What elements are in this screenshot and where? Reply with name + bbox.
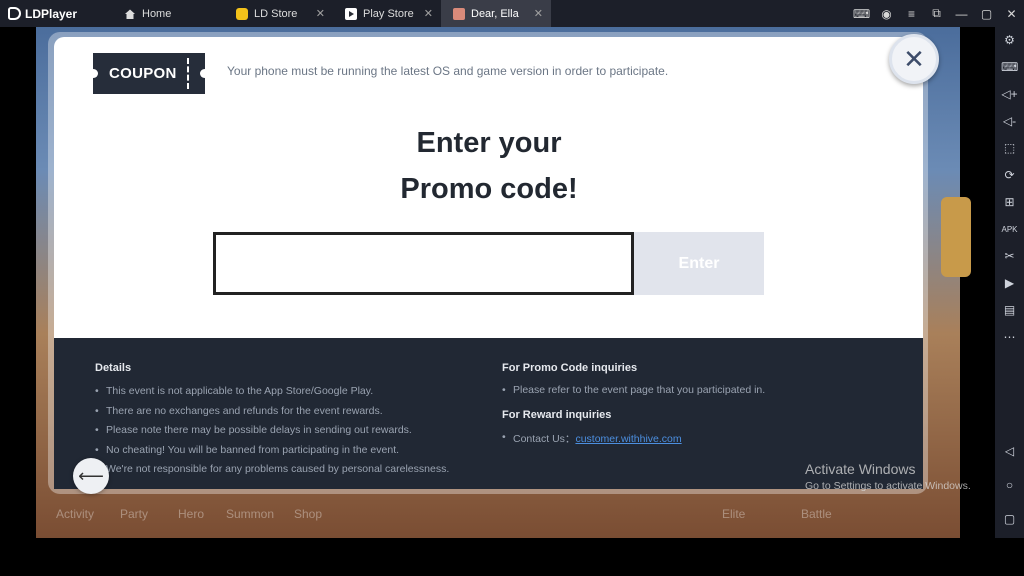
play-store-icon (345, 7, 357, 20)
ld-store-icon (236, 7, 248, 20)
tab-dear-ella-label: Dear, Ella (471, 7, 519, 20)
activate-windows-watermark: Activate Windows Go to Settings to activ… (805, 461, 971, 492)
sync-icon[interactable]: ⟳ (1001, 167, 1018, 184)
coupon-notch (89, 69, 98, 78)
close-icon: ✕ (903, 43, 925, 74)
menu-icon[interactable]: ≡ (899, 7, 924, 21)
back-nav-icon[interactable]: ◁ (1001, 443, 1018, 460)
watermark-title: Activate Windows (805, 461, 916, 477)
coupon-badge: COUPON (89, 53, 209, 94)
close-tab-icon[interactable]: ✕ (534, 7, 543, 20)
game-icon (453, 7, 465, 20)
gamepad-icon[interactable]: ⌨ (849, 7, 874, 21)
title-bar: LDPlayer Home LD Store ✕ Play Store ✕ De… (0, 0, 1024, 27)
tab-play-store-label: Play Store (363, 7, 414, 20)
promo-inquiries-text: Please refer to the event page that you … (502, 384, 765, 396)
close-tab-icon[interactable]: ✕ (316, 7, 325, 20)
enter-button[interactable]: Enter (634, 232, 764, 295)
ldplayer-logo-icon (8, 7, 21, 20)
maximize-icon[interactable]: ▢ (974, 7, 999, 21)
coupon-notch (200, 69, 209, 78)
contact-link[interactable]: customer.withhive.com (575, 433, 681, 445)
coupon-label: COUPON (109, 65, 177, 82)
scissors-icon[interactable]: ✂ (1001, 248, 1018, 265)
game-decoration (941, 197, 971, 277)
requirement-notice: Your phone must be running the latest OS… (227, 64, 669, 78)
headline-line-1: Enter your (416, 127, 562, 159)
window-controls: ⌨ ◉ ≡ ⧉ — ▢ ✕ (849, 0, 1024, 27)
menu-elite[interactable]: Elite (722, 507, 745, 521)
apk-icon[interactable]: APK (1001, 221, 1018, 238)
volume-down-icon[interactable]: ◁- (1001, 113, 1018, 130)
bottom-strip (0, 538, 1024, 576)
volume-up-icon[interactable]: ◁+ (1001, 86, 1018, 103)
tab-home-label: Home (142, 7, 172, 20)
tab-ld-store[interactable]: LD Store ✕ (224, 0, 333, 27)
menu-battle[interactable]: Battle (801, 507, 832, 521)
recents-nav-icon[interactable]: ▢ (1001, 511, 1018, 528)
minimize-icon[interactable]: — (949, 7, 974, 21)
account-icon[interactable]: ◉ (874, 7, 899, 21)
menu-activity[interactable]: Activity (56, 507, 94, 521)
contact-label: Contact Us： (513, 433, 576, 445)
reward-contact: Contact Us：customer.withhive.com (502, 431, 682, 446)
screenshot-icon[interactable]: ⬚ (1001, 140, 1018, 157)
arrow-left-icon: ⟵ (78, 465, 104, 486)
tab-dear-ella[interactable]: Dear, Ella ✕ (441, 0, 551, 27)
tab-ld-store-label: LD Store (254, 7, 298, 20)
tab-play-store[interactable]: Play Store ✕ (333, 0, 441, 27)
home-nav-icon[interactable]: ○ (1001, 477, 1018, 494)
promo-code-input[interactable] (213, 232, 634, 295)
menu-summon[interactable]: Summon (226, 507, 274, 521)
close-modal-button[interactable]: ✕ (889, 34, 939, 84)
close-window-icon[interactable]: ✕ (999, 7, 1024, 21)
more-icon[interactable]: ⋯ (1001, 329, 1018, 346)
page-title: Enter your Promo code! (340, 120, 638, 212)
list-item: This event is not applicable to the App … (95, 382, 449, 402)
watermark-subtitle: Go to Settings to activate Windows. (805, 480, 971, 492)
emulator-sidebar: ⚙ ⌨ ◁+ ◁- ⬚ ⟳ ⊞ APK ✂ ▶ ▤ ⋯ ◁ ○ ▢ (995, 27, 1024, 538)
menu-party[interactable]: Party (120, 507, 148, 521)
notes-icon[interactable]: ▤ (1001, 302, 1018, 319)
home-icon (124, 8, 136, 20)
menu-shop[interactable]: Shop (294, 507, 322, 521)
settings-icon[interactable]: ⚙ (1001, 32, 1018, 49)
list-item: Please note there may be possible delays… (95, 421, 449, 441)
tab-home[interactable]: Home (112, 0, 224, 27)
close-tab-icon[interactable]: ✕ (424, 7, 433, 20)
list-item: No cheating! You will be banned from par… (95, 441, 449, 461)
headline-line-2: Promo code! (400, 173, 578, 205)
coupon-perforation (187, 58, 189, 89)
keyboard-icon[interactable]: ⌨ (1001, 59, 1018, 76)
details-heading: Details (95, 362, 132, 374)
app-name: LDPlayer (25, 6, 78, 21)
ldplayer-logo: LDPlayer (0, 7, 112, 21)
list-item: We're not responsible for any problems c… (95, 460, 449, 480)
add-app-icon[interactable]: ⊞ (1001, 194, 1018, 211)
reward-inquiries-heading: For Reward inquiries (502, 409, 612, 421)
details-list: This event is not applicable to the App … (95, 382, 449, 480)
promo-inquiries-heading: For Promo Code inquiries (502, 362, 638, 374)
back-button[interactable]: ⟵ (73, 458, 109, 494)
game-bottom-menu: Activity Party Hero Summon Shop Elite Ba… (36, 505, 956, 525)
menu-hero[interactable]: Hero (178, 507, 204, 521)
list-item: There are no exchanges and refunds for t… (95, 402, 449, 422)
record-icon[interactable]: ▶ (1001, 275, 1018, 292)
window-mode-icon[interactable]: ⧉ (924, 6, 949, 21)
